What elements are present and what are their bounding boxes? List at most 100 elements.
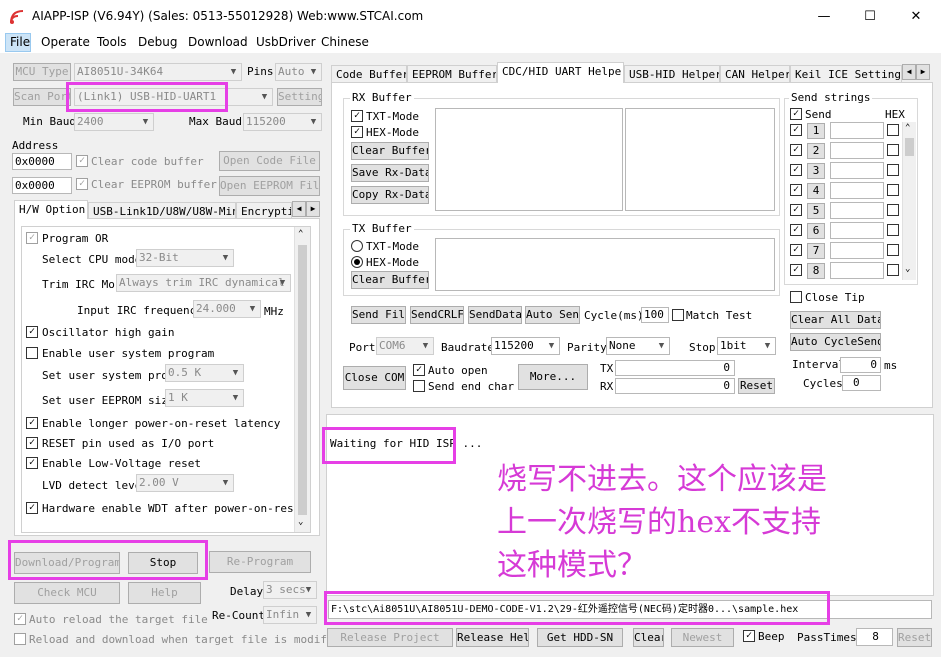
reset-io-checkbox[interactable]: ✓ [26, 437, 38, 449]
match-test-checkbox[interactable] [672, 309, 684, 321]
options-scrollbar-thumb[interactable] [298, 245, 307, 515]
osc-gain-checkbox[interactable]: ✓ [26, 326, 38, 338]
release-project-button[interactable]: Release Project [327, 628, 453, 647]
tx-text-area[interactable] [435, 238, 775, 291]
send-row-hex-checkbox[interactable] [887, 204, 899, 216]
chevron-down-icon[interactable]: ⌄ [905, 264, 910, 274]
clear-all-data-button[interactable]: Clear All Data [790, 311, 881, 329]
tab-eeprom-buffer[interactable]: EEPROM Buffer [407, 65, 497, 82]
tab-scroll-left-icon[interactable]: ◀ [292, 201, 306, 217]
close-com-button[interactable]: Close COM [343, 366, 406, 390]
send-end-char-checkbox[interactable] [413, 380, 425, 392]
send-row-checkbox[interactable]: ✓ [790, 124, 802, 136]
send-row-checkbox[interactable]: ✓ [790, 264, 802, 276]
send-row-hex-checkbox[interactable] [887, 224, 899, 236]
lvr-checkbox[interactable]: ✓ [26, 457, 38, 469]
mcu-type-select[interactable]: AI8051U-34K64 ▼ [74, 63, 242, 81]
stop-button[interactable]: Stop [128, 552, 198, 574]
reset-count-button[interactable]: Reset [738, 378, 775, 394]
menu-operate[interactable]: Operate [41, 35, 90, 49]
send-row-hex-checkbox[interactable] [887, 124, 899, 136]
passtimes-field[interactable]: 8 [856, 628, 893, 646]
copy-rx-data-button[interactable]: Copy Rx-Data [351, 186, 429, 204]
auto-cycle-send-button[interactable]: Auto CycleSend [790, 333, 881, 351]
tx-txt-mode-radio[interactable] [351, 240, 363, 252]
min-baud-select[interactable]: 2400 ▼ [74, 113, 154, 131]
clear-eeprom-checkbox[interactable]: ✓ [76, 178, 88, 190]
menu-file[interactable]: File [5, 33, 31, 52]
close-tip-checkbox[interactable] [790, 291, 802, 303]
tab-encrypt[interactable]: Encrypti [236, 202, 292, 219]
auto-send-button[interactable]: Auto Send [525, 306, 580, 324]
more-button[interactable]: More... [518, 364, 588, 390]
cpu-mode-select[interactable]: 32-Bit ▼ [136, 249, 234, 267]
rx-txt-mode-checkbox[interactable]: ✓ [351, 110, 363, 122]
options-scrollbar[interactable]: ⌃ ⌄ [294, 227, 310, 532]
send-row-checkbox[interactable]: ✓ [790, 164, 802, 176]
send-row-field[interactable] [830, 122, 884, 139]
send-row-hex-checkbox[interactable] [887, 184, 899, 196]
send-row-hex-checkbox[interactable] [887, 164, 899, 176]
recount-select[interactable]: Infin ▼ [263, 606, 317, 624]
longer-reset-checkbox[interactable]: ✓ [26, 417, 38, 429]
reload-download-checkbox[interactable] [14, 633, 26, 645]
chevron-up-icon[interactable]: ⌃ [905, 123, 910, 133]
baudrate-select[interactable]: 115200 ▼ [491, 337, 560, 355]
download-program-button[interactable]: Download/Program [14, 552, 120, 574]
send-row-field[interactable] [830, 202, 884, 219]
menu-usbdriver[interactable]: UsbDriver [256, 35, 316, 49]
send-row-button[interactable]: 5 [807, 203, 825, 219]
rx-clear-buffer-button[interactable]: Clear Buffer [351, 142, 429, 160]
newest-button[interactable]: Newest [671, 628, 734, 647]
tab-scroll-right-icon[interactable]: ▶ [916, 64, 930, 80]
tx-clear-buffer-button[interactable]: Clear Buffer [351, 271, 429, 289]
beep-checkbox[interactable]: ✓ [743, 630, 755, 642]
rx-hex-area[interactable] [625, 108, 775, 211]
send-row-field[interactable] [830, 222, 884, 239]
tab-usb-link1d[interactable]: USB-Link1D/U8W/U8W-Mini [88, 202, 236, 219]
send-row-button[interactable]: 7 [807, 243, 825, 259]
send-row-field[interactable] [830, 262, 884, 279]
get-hdd-sn-button[interactable]: Get HDD-SN [537, 628, 623, 647]
auto-reload-checkbox[interactable]: ✓ [14, 613, 26, 625]
send-row-checkbox[interactable]: ✓ [790, 144, 802, 156]
send-row-field[interactable] [830, 242, 884, 259]
send-all-checkbox[interactable]: ✓ [790, 108, 802, 120]
cycle-ms-field[interactable]: 100 [641, 307, 669, 323]
save-rx-data-button[interactable]: Save Rx-Data [351, 164, 429, 182]
tab-scroll-right-icon[interactable]: ▶ [306, 201, 320, 217]
send-file-button[interactable]: Send File [351, 306, 406, 324]
reset-passtimes-button[interactable]: Reset [897, 628, 932, 647]
clear-button[interactable]: Clear [633, 628, 664, 647]
send-row-button[interactable]: 8 [807, 263, 825, 279]
send-row-hex-checkbox[interactable] [887, 264, 899, 276]
send-row-checkbox[interactable]: ✓ [790, 184, 802, 196]
open-code-file-button[interactable]: Open Code File [219, 151, 320, 171]
menu-tools[interactable]: Tools [97, 35, 127, 49]
program-or-checkbox[interactable]: ✓ [26, 232, 38, 244]
send-row-checkbox[interactable]: ✓ [790, 224, 802, 236]
delay-select[interactable]: 3 secs ▼ [263, 581, 317, 599]
port-select[interactable]: (Link1) USB-HID-UART1 ▼ [74, 88, 273, 106]
user-system-checkbox[interactable] [26, 347, 38, 359]
rx-hex-mode-checkbox[interactable]: ✓ [351, 126, 363, 138]
tab-scroll-left-icon[interactable]: ◀ [902, 64, 916, 80]
tx-hex-mode-radio[interactable] [351, 256, 363, 268]
send-row-button[interactable]: 3 [807, 163, 825, 179]
reprogram-button[interactable]: Re-Program [209, 551, 311, 573]
file-path-field[interactable]: F:\stc\Ai8051U\AI8051U-DEMO-CODE-V1.2\29… [328, 600, 932, 619]
send-strings-scrollbar-thumb[interactable] [905, 138, 914, 156]
lvd-select[interactable]: 2.00 V ▼ [136, 474, 234, 492]
user-prog-select[interactable]: 0.5 K ▼ [165, 364, 244, 382]
code-address-field[interactable]: 0x0000 [12, 153, 72, 170]
send-strings-scrollbar[interactable]: ⌃ ⌄ [902, 122, 916, 280]
clear-code-checkbox[interactable]: ✓ [76, 155, 88, 167]
tab-keil-ice-settings[interactable]: Keil ICE Settings [790, 65, 902, 82]
tab-hw-option[interactable]: H/W Option [14, 200, 88, 219]
auto-open-checkbox[interactable]: ✓ [413, 364, 425, 376]
scan-port-button[interactable]: Scan Port [13, 88, 71, 106]
eeprom-size-select[interactable]: 1 K ▼ [165, 389, 244, 407]
setting-button[interactable]: Setting [277, 88, 322, 106]
stop-bits-select[interactable]: 1bit ▼ [717, 337, 776, 355]
release-help-button[interactable]: Release Help [456, 628, 529, 647]
